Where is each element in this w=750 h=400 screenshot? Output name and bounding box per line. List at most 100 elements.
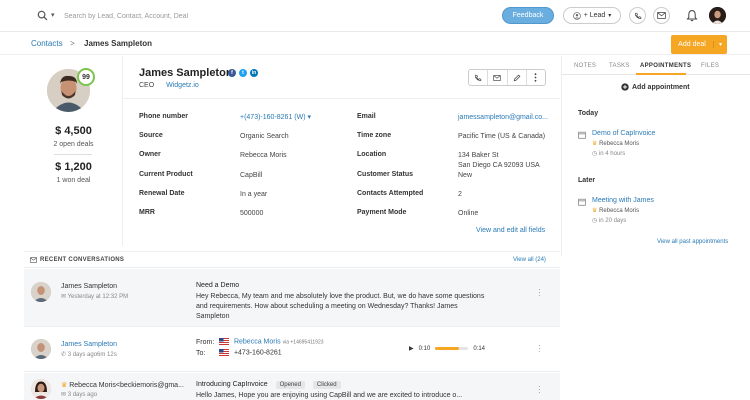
call-to: +473-160-8261: [219, 349, 282, 356]
conversation-subject: Need a Demo: [196, 282, 240, 289]
divider: [123, 98, 560, 99]
appointment-owner-name: Rebecca Moris: [599, 208, 640, 214]
bell-icon[interactable]: [686, 9, 698, 22]
more-options-button[interactable]: [527, 70, 545, 85]
call-from-via: via +14695411923: [282, 339, 324, 346]
breadcrumb-contacts-link[interactable]: Contacts: [31, 39, 63, 48]
clock-icon: ◷: [592, 218, 598, 224]
clock-icon: ◷: [592, 151, 598, 157]
appointment-time-text: in 4 hours: [598, 151, 626, 157]
field-label-phone: Phone number: [139, 113, 189, 120]
appointment-time: ◷ in 20 days: [592, 217, 626, 224]
conversation-sender[interactable]: James Sampleton: [61, 341, 117, 348]
call-from-name[interactable]: Rebecca Moris: [234, 338, 281, 345]
add-appointment-button[interactable]: Add appointment: [621, 83, 690, 91]
view-all-conversations-link[interactable]: View all (24): [513, 257, 546, 263]
more-vertical-icon[interactable]: · · ·: [538, 383, 541, 397]
breadcrumb-separator: >: [70, 39, 75, 48]
linkedin-icon[interactable]: in: [250, 69, 258, 77]
crown-icon: ♛: [61, 382, 68, 389]
more-vertical-icon[interactable]: · · ·: [538, 342, 541, 356]
phone-button[interactable]: [629, 7, 646, 24]
search-icon[interactable]: [37, 10, 48, 21]
more-vertical-icon[interactable]: · · ·: [538, 286, 541, 300]
appointment-title[interactable]: Demo of CapInvoice: [592, 130, 655, 137]
owner-value: Rebecca Moris: [240, 152, 287, 159]
appointment-owner-name: Rebecca Moris: [599, 141, 640, 147]
recording-duration: 0:14: [473, 345, 485, 352]
more-vertical-icon: [534, 73, 537, 82]
top-bar: ▾ Feedback + Lead ▾: [0, 0, 750, 32]
contact-score: 99: [77, 68, 95, 86]
feedback-button[interactable]: Feedback: [502, 7, 554, 24]
conversation-time: ✉ Yesterday at 12:32 PM: [61, 293, 128, 300]
email-button[interactable]: [653, 7, 670, 24]
status-badge: Clicked: [312, 381, 341, 389]
chevron-down-icon: ▾: [608, 13, 612, 19]
conversation-row[interactable]: James Sampleton ✆ 3 days ago6m 12s From:…: [24, 328, 560, 372]
contact-title-line: CEO Widgetz.io: [139, 82, 199, 89]
conversations-header: RECENT CONVERSATIONS View all (24): [24, 251, 560, 268]
calendar-icon: [578, 198, 586, 206]
add-lead-button[interactable]: + Lead ▾: [563, 7, 621, 24]
chevron-down-icon[interactable]: ▾: [51, 11, 55, 19]
open-deals-label[interactable]: 2 open deals: [24, 141, 123, 148]
field-label-source: Source: [139, 132, 163, 139]
mail-icon: ✉: [61, 392, 67, 398]
add-deal-button[interactable]: Add deal ▾: [671, 35, 727, 54]
conversation-sender: ♛ Rebecca Moris<beckiemoris@gma...: [61, 381, 184, 389]
mail-icon: [657, 12, 666, 19]
deal-summary: 99 $ 4,500 2 open deals $ 1,200 1 won de…: [24, 56, 123, 246]
tab-notes[interactable]: NOTES: [574, 63, 596, 69]
crown-icon: ♛: [592, 208, 598, 214]
phone-icon: ✆: [61, 352, 67, 358]
conversation-time: ✆ 3 days ago6m 12s: [61, 351, 117, 358]
status-badge: Opened: [275, 381, 305, 389]
conversation-row[interactable]: James Sampleton ✉ Yesterday at 12:32 PM …: [24, 269, 560, 327]
view-all-fields-link[interactable]: View and edit all fields: [476, 227, 545, 234]
email-value[interactable]: jamessampleton@gmail.co...: [458, 113, 548, 123]
calendar-icon: [578, 131, 586, 139]
tab-tasks[interactable]: TASKS: [609, 63, 630, 69]
won-deals-amount: $ 1,200: [55, 161, 92, 173]
contacts-attempted-value: 2: [458, 191, 462, 198]
breadcrumb-current: James Sampleton: [84, 39, 153, 48]
conversation-subject-text: Introducing CapInvoice: [196, 381, 268, 388]
call-from-label: From:: [196, 339, 215, 346]
search-input[interactable]: [64, 9, 364, 23]
tab-files[interactable]: FILES: [701, 63, 719, 69]
field-label-location: Location: [357, 151, 387, 158]
mrr-value: 500000: [240, 210, 264, 217]
appointment-title[interactable]: Meeting with James: [592, 197, 654, 204]
tab-appointments[interactable]: APPOINTMENTS: [640, 63, 691, 69]
mail-icon: ✉: [61, 294, 67, 300]
user-avatar[interactable]: [709, 7, 726, 24]
edit-button[interactable]: [508, 70, 527, 85]
contact-title: CEO: [139, 82, 155, 89]
payment-mode-value: Online: [458, 210, 479, 217]
call-button[interactable]: [469, 70, 489, 85]
contact-details: James Sampleton f t in CEO Widgetz.io Ph…: [123, 56, 560, 246]
conversation-row[interactable]: ♛ Rebecca Moris<beckiemoris@gma... ✉ 3 d…: [24, 373, 560, 400]
recording-progress-bar[interactable]: [435, 347, 469, 350]
twitter-icon[interactable]: t: [239, 69, 247, 77]
chevron-down-icon[interactable]: ▾: [713, 41, 727, 48]
conversation-body: Hey Rebecca, My team and me absolutely l…: [196, 293, 485, 320]
field-label-time-zone: Time zone: [357, 132, 392, 139]
won-deals-label[interactable]: 1 won deal: [24, 177, 123, 184]
play-icon[interactable]: ▶: [409, 345, 414, 352]
phone-number-value[interactable]: +(473)-160-8261 (W) ▾: [240, 113, 311, 123]
call-to-number: +473-160-8261: [233, 349, 282, 357]
field-label-payment-mode: Payment Mode: [357, 209, 407, 216]
phone-icon: [475, 74, 482, 81]
field-label-email: Email: [357, 113, 376, 120]
conversation-time: ✉ 3 days ago: [61, 391, 97, 398]
view-past-appointments-link[interactable]: View all past appointments: [657, 239, 728, 245]
call-recording-player: ▶ 0:10 0:14: [409, 345, 485, 353]
add-appointment-label: Add appointment: [632, 83, 690, 91]
facebook-icon[interactable]: f: [228, 69, 236, 77]
email-button[interactable]: [488, 70, 508, 85]
field-label-contacts-attempted: Contacts Attempted: [357, 190, 424, 197]
contact-company-link[interactable]: Widgetz.io: [166, 82, 199, 89]
conversation-body: Hello James, Hope you are enjoying using…: [196, 392, 463, 399]
